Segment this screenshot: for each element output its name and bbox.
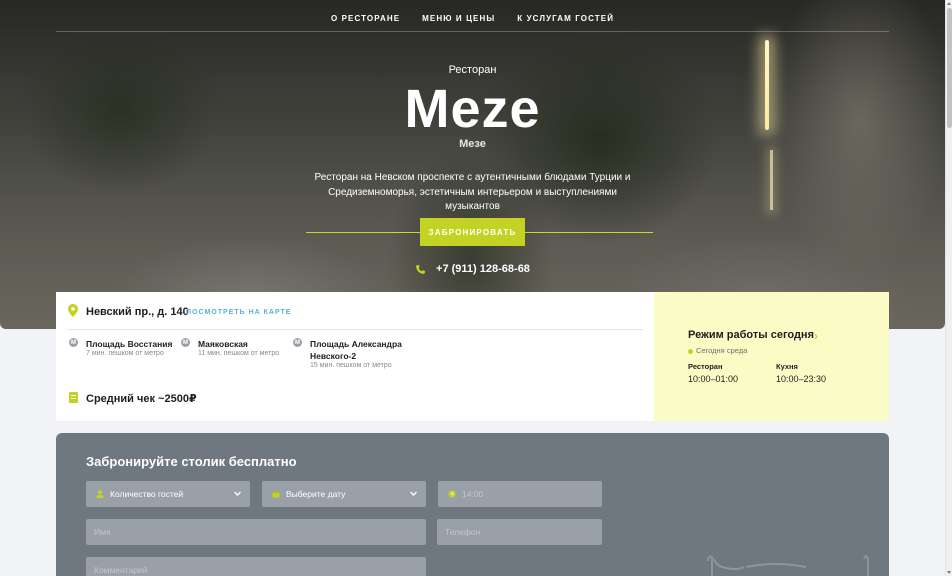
restaurant-title: Meze xyxy=(404,79,541,139)
chevron-down-icon xyxy=(410,491,417,496)
hours-title: Режим работы сегодня xyxy=(688,329,814,341)
average-check: Средний чек ~2500₽ xyxy=(86,393,197,405)
phone-placeholder: Телефон xyxy=(445,527,481,537)
date-select[interactable]: Выберите дату xyxy=(262,481,426,507)
page-scrollbar[interactable] xyxy=(945,0,952,576)
clock-icon xyxy=(448,490,456,498)
guests-placeholder: Количество гостей xyxy=(110,489,184,499)
calendar-icon xyxy=(272,491,280,498)
status-dot xyxy=(688,349,693,354)
phone-field[interactable]: Телефон xyxy=(437,519,602,545)
restaurant-description: Ресторан на Невском проспекте с аутентич… xyxy=(314,172,631,212)
info-divider xyxy=(68,329,643,330)
nav-item-about[interactable]: О ресторане xyxy=(331,14,400,23)
time-select[interactable]: 14:00 xyxy=(438,481,602,507)
scrollbar-thumb[interactable] xyxy=(947,8,952,128)
metro-walk-time: 15 мин. пешком от метро xyxy=(310,362,392,369)
metro-walk-time: 11 мин. пешком от метро xyxy=(198,350,280,357)
phone-row: +7 (911) 128-68-68 xyxy=(0,263,945,275)
metro-station-name: Маяковская xyxy=(198,339,248,349)
booking-section: Забронируйте столик бесплатно Количество… xyxy=(56,433,889,576)
nav-item-services[interactable]: К услугам гостей xyxy=(517,14,614,23)
comment-placeholder: Комментарий xyxy=(94,565,148,575)
metro-station-name: Площадь Восстания xyxy=(86,339,173,349)
user-icon xyxy=(96,490,104,498)
chevron-down-icon xyxy=(234,491,241,496)
phone-icon xyxy=(416,264,426,274)
name-placeholder: Имя xyxy=(94,527,111,537)
scroll-up-icon[interactable] xyxy=(947,2,951,5)
metro-icon: М xyxy=(181,338,190,347)
time-value: 14:00 xyxy=(462,489,484,499)
restaurant-hours: 10:00–01:00 xyxy=(688,374,739,384)
receipt-icon xyxy=(69,392,78,403)
nav-item-menu[interactable]: Меню и цены xyxy=(422,14,495,23)
metro-icon: М xyxy=(293,338,302,347)
name-field[interactable]: Имя xyxy=(86,519,426,545)
kitchen-hours-label: Кухня xyxy=(776,362,798,371)
restaurant-subtitle: Мезе xyxy=(459,138,486,150)
comment-field[interactable]: Комментарий xyxy=(86,557,426,576)
book-button[interactable]: Забронировать xyxy=(420,218,525,246)
booking-title: Забронируйте столик бесплатно xyxy=(86,454,297,469)
line-art-illustration xyxy=(707,555,869,576)
nav-divider xyxy=(56,31,889,32)
metro-station-name: Площадь Александра Невского-2 xyxy=(310,339,402,361)
metro-walk-time: 7 мин. пешком от метро xyxy=(86,350,164,357)
chevron-right-icon[interactable]: › xyxy=(814,329,818,343)
hero-kicker: Ресторан xyxy=(448,64,497,76)
restaurant-hours-label: Ресторан xyxy=(688,362,723,371)
scroll-down-icon[interactable] xyxy=(947,571,951,574)
date-placeholder: Выберите дату xyxy=(286,489,346,499)
guests-select[interactable]: Количество гостей xyxy=(86,481,250,507)
kitchen-hours: 10:00–23:30 xyxy=(776,374,827,384)
hero-section: О ресторане Меню и цены К услугам гостей… xyxy=(0,0,945,329)
phone-number[interactable]: +7 (911) 128-68-68 xyxy=(436,263,530,275)
metro-icon: М xyxy=(69,338,78,347)
today-label: Сегодня среда xyxy=(696,346,748,355)
top-nav: О ресторане Меню и цены К услугам гостей xyxy=(0,14,945,23)
